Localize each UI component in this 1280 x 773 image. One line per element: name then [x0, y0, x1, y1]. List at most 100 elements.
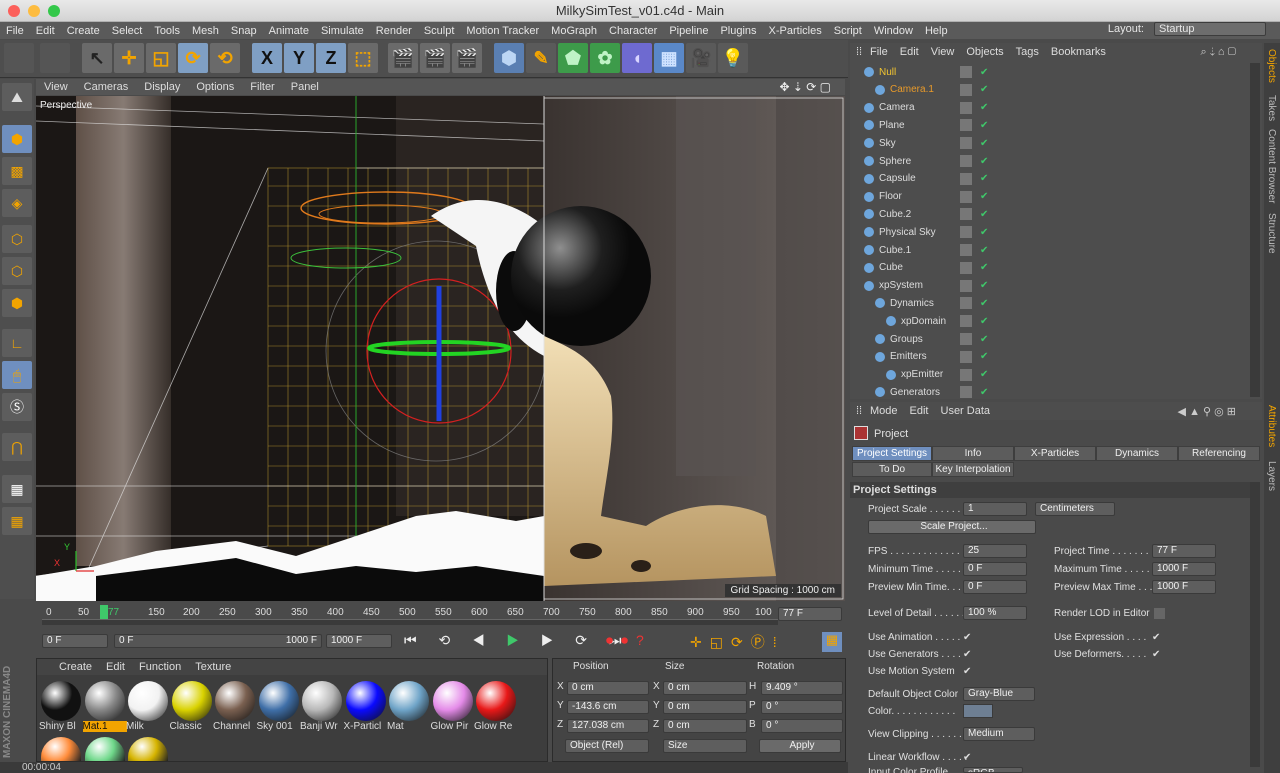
object-row[interactable]: Plane ✔ — [850, 116, 1250, 134]
tab-referencing[interactable]: Referencing — [1178, 446, 1260, 461]
linear-workflow-checkbox[interactable]: ✔ — [963, 752, 974, 763]
side-tab-structure[interactable]: Structure — [1266, 213, 1277, 254]
render-settings-icon[interactable]: 🎬 — [452, 43, 482, 73]
y-axis-button[interactable]: Y — [284, 43, 314, 73]
object-row[interactable]: Capsule ✔ — [850, 170, 1250, 188]
object-row[interactable]: Dynamics ✔ — [850, 294, 1250, 312]
material-swatch[interactable] — [171, 681, 212, 721]
layer-visibility-icon[interactable] — [960, 244, 972, 256]
keyframe-controls[interactable]: ✛◱⟳Ⓟ⁞ — [690, 632, 785, 652]
side-tab-layers[interactable]: Layers — [1266, 461, 1277, 491]
viewport-menu-view[interactable]: View — [36, 81, 76, 93]
layer-visibility-icon[interactable] — [960, 66, 972, 78]
enabled-check-icon[interactable]: ✔ — [980, 351, 988, 362]
close-window-button[interactable] — [8, 5, 20, 17]
object-menu-file[interactable]: File — [864, 46, 894, 58]
material-menu-function[interactable]: Function — [139, 661, 181, 673]
menu-window[interactable]: Window — [868, 25, 919, 37]
material-menu-edit[interactable]: Edit — [106, 661, 125, 673]
enabled-check-icon[interactable]: ✔ — [980, 138, 988, 149]
object-manager-search-icon[interactable]: ⌕ ⇣ ⌂ ▢ — [1194, 46, 1242, 59]
layer-visibility-icon[interactable] — [960, 386, 972, 399]
use-expression-checkbox[interactable]: ✔ — [1152, 632, 1163, 643]
material-swatch[interactable] — [128, 737, 168, 761]
color-swatch[interactable] — [963, 704, 993, 718]
rotation-field[interactable]: 0 ° — [761, 719, 843, 733]
enabled-check-icon[interactable]: ✔ — [980, 387, 988, 398]
material-swatch[interactable] — [215, 681, 255, 721]
side-tab-objects[interactable]: Objects — [1266, 49, 1277, 83]
material-swatch[interactable] — [41, 737, 81, 761]
redo-button[interactable] — [40, 43, 70, 73]
input-color-select[interactable]: sRGB — [963, 767, 1023, 773]
object-row[interactable]: Sky ✔ — [850, 134, 1250, 152]
material-swatch[interactable] — [258, 681, 299, 721]
menu-plugins[interactable]: Plugins — [714, 25, 762, 37]
object-row[interactable]: Cube ✔ — [850, 259, 1250, 277]
points-mode-icon[interactable]: ⬡ — [2, 225, 32, 253]
menu-x-particles[interactable]: X-Particles — [763, 25, 828, 37]
layer-visibility-icon[interactable] — [960, 83, 972, 96]
project-scale-field[interactable]: 1 — [963, 502, 1027, 516]
undo-button[interactable] — [4, 43, 34, 73]
rotation-field[interactable]: 9.409 ° — [761, 681, 843, 695]
layer-visibility-icon[interactable] — [960, 208, 972, 221]
material-swatch[interactable] — [345, 681, 386, 721]
polygons-mode-icon[interactable]: ⬢ — [2, 289, 32, 317]
render-lod-checkbox[interactable] — [1154, 608, 1165, 619]
layout-select[interactable]: Startup — [1154, 22, 1266, 36]
workplane-mode-icon[interactable]: ◈ — [2, 189, 32, 217]
tab-info[interactable]: Info — [932, 446, 1014, 461]
start-frame-field[interactable]: 0 F — [42, 634, 108, 648]
make-editable-icon[interactable]: ⛰ — [2, 83, 32, 111]
enabled-check-icon[interactable]: ✔ — [980, 120, 988, 131]
layer-visibility-icon[interactable] — [960, 119, 972, 132]
material-menu-texture[interactable]: Texture — [195, 661, 231, 673]
viewport-nav-icons[interactable]: ✥ ⇣ ⟳ ▢ — [771, 80, 839, 94]
subdivision-surface-icon[interactable]: ⬟ — [558, 43, 588, 73]
enabled-check-icon[interactable]: ✔ — [980, 156, 988, 167]
enabled-check-icon[interactable]: ✔ — [980, 245, 988, 256]
axis-mode-icon[interactable]: ∟ — [2, 329, 32, 357]
tab-todo[interactable]: To Do — [852, 462, 932, 477]
preview-min-field[interactable]: 0 F — [963, 580, 1027, 594]
menu-pipeline[interactable]: Pipeline — [663, 25, 714, 37]
scale-tool-icon[interactable]: ◱ — [146, 43, 176, 73]
rotate-tool-icon[interactable]: ⟳ — [178, 43, 208, 73]
use-animation-checkbox[interactable]: ✔ — [963, 632, 974, 643]
tab-dynamics[interactable]: Dynamics — [1096, 446, 1178, 461]
snap-magnet-icon[interactable]: ⋂ — [2, 433, 32, 461]
object-row[interactable]: xpEmitter ✔ — [850, 366, 1250, 384]
preview-range-slider[interactable]: 0 F 1000 F — [114, 634, 322, 648]
max-time-field[interactable]: 1000 F — [1152, 562, 1216, 576]
layer-visibility-icon[interactable] — [960, 172, 972, 185]
object-menu-bookmarks[interactable]: Bookmarks — [1045, 46, 1112, 58]
enabled-check-icon[interactable]: ✔ — [980, 173, 988, 184]
use-generators-checkbox[interactable]: ✔ — [963, 649, 974, 660]
use-deformers-checkbox[interactable]: ✔ — [1152, 649, 1163, 660]
menu-animate[interactable]: Animate — [263, 25, 315, 37]
viewport-menu-options[interactable]: Options — [188, 81, 242, 93]
layer-visibility-icon[interactable] — [960, 137, 972, 150]
layer-visibility-icon[interactable] — [960, 155, 972, 167]
tab-key-interpolation[interactable]: Key Interpolation — [932, 462, 1014, 477]
object-row[interactable]: Groups ✔ — [850, 330, 1250, 348]
live-select-icon[interactable]: ↖ — [82, 43, 112, 73]
size-field[interactable]: 0 cm — [663, 719, 747, 733]
record-controls[interactable]: ⏺⏺? — [606, 632, 652, 649]
view-clipping-select[interactable]: Medium — [963, 727, 1035, 741]
menu-select[interactable]: Select — [106, 25, 149, 37]
menu-script[interactable]: Script — [828, 25, 868, 37]
object-row[interactable]: Cube.1 ✔ — [850, 241, 1250, 259]
lod-field[interactable]: 100 % — [963, 606, 1027, 620]
z-axis-button[interactable]: Z — [316, 43, 346, 73]
viewport-menu-cameras[interactable]: Cameras — [76, 81, 137, 93]
layer-visibility-icon[interactable] — [960, 190, 972, 203]
coord-size-mode-select[interactable]: Size — [663, 739, 747, 753]
material-swatch[interactable] — [476, 681, 516, 721]
minimize-window-button[interactable] — [28, 5, 40, 17]
floor-scene-icon[interactable]: ▦ — [654, 43, 684, 73]
timeline-ruler[interactable]: 0 50 77 150 200 250 300 350 400 450 500 … — [36, 603, 845, 629]
layer-visibility-icon[interactable] — [960, 261, 972, 274]
material-swatch[interactable] — [389, 681, 429, 721]
